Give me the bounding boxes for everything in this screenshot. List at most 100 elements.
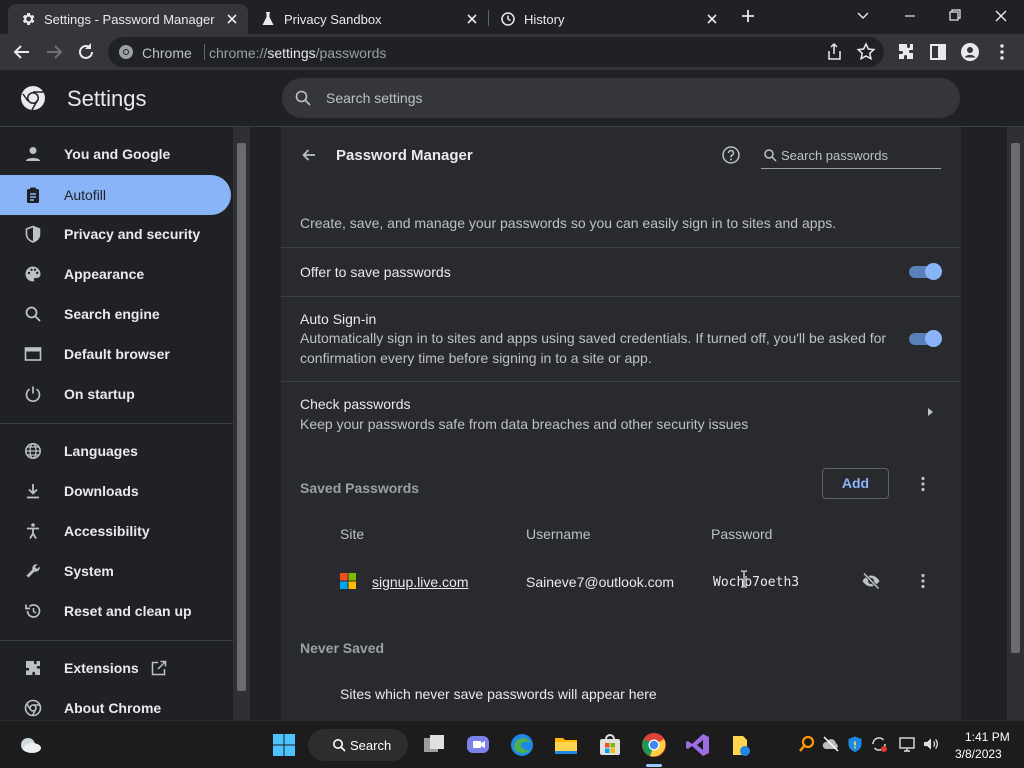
sidebar-item-label: Autofill [64,187,107,203]
tab-history[interactable]: History [488,4,728,34]
sidebar-item-appearance[interactable]: Appearance [0,254,231,294]
back-arrow-icon[interactable] [299,145,319,165]
page-title: Settings [67,86,147,111]
sidebar-item-languages[interactable]: Languages [0,431,231,471]
close-icon[interactable] [222,9,242,29]
sync-alert-icon[interactable] [870,735,888,753]
auto-signin-toggle[interactable] [909,330,942,347]
accessibility-icon [24,522,42,540]
username-value: Saineve7@outlook.com [526,574,675,590]
sidebar-item-label: Default browser [64,346,170,362]
never-saved-empty-note: Sites which never save passwords will ap… [340,686,657,702]
sidebar-item-on-startup[interactable]: On startup [0,374,231,414]
onedrive-offline-icon[interactable] [822,735,840,753]
chrome-taskbar-icon[interactable] [640,731,668,759]
sidebar-item-downloads[interactable]: Downloads [0,471,231,511]
profile-avatar-icon[interactable] [958,40,982,64]
sidebar-item-label: Extensions [64,660,139,676]
check-passwords-row[interactable]: Check passwords Keep your passwords safe… [281,382,961,444]
sidebar-item-accessibility[interactable]: Accessibility [0,511,231,551]
restore-window-icon[interactable] [941,4,969,28]
site-link[interactable]: signup.live.com [372,574,469,590]
sidebar-scrollbar[interactable] [233,127,250,720]
more-vert-icon[interactable] [913,474,933,494]
active-app-indicator [646,764,662,767]
flask-icon [260,11,276,27]
minimize-icon[interactable] [896,4,924,28]
microsoft-store-icon[interactable] [596,731,624,759]
close-icon[interactable] [462,9,482,29]
sidebar-item-label: About Chrome [64,700,162,716]
auto-signin-label: Auto Sign-in [300,311,377,327]
bookmark-star-icon[interactable] [854,40,878,64]
more-menu-icon[interactable] [990,40,1014,64]
column-header-password: Password [711,526,773,542]
settings-search-input[interactable]: Search settings [282,78,960,118]
search-icon [294,89,312,107]
wrench-icon [24,562,42,580]
chrome-icon [118,44,134,60]
weather-icon[interactable] [16,731,44,759]
teams-chat-icon[interactable] [464,731,492,759]
address-bar[interactable]: Chrome chrome://settings/passwords [108,37,884,67]
chrome-logo-icon [20,85,46,111]
clock-time[interactable]: 1:41 PM [965,730,1010,744]
file-explorer-icon[interactable] [552,731,580,759]
share-icon[interactable] [822,40,846,64]
new-tab-button[interactable] [734,4,762,28]
edge-browser-icon[interactable] [508,731,536,759]
hide-password-eye-off-icon[interactable] [861,571,881,591]
close-icon[interactable] [702,9,722,29]
sidebar-item-system[interactable]: System [0,551,231,591]
taskbar-search-button[interactable]: Search [308,729,408,761]
sidebar-item-you-and-google[interactable]: You and Google [0,134,231,174]
url-prefix: chrome:// [209,45,268,61]
scrollbar-thumb[interactable] [1011,143,1020,653]
add-password-button[interactable]: Add [822,468,889,499]
reload-icon[interactable] [74,40,98,64]
download-icon [24,482,42,500]
taskbar-search-label: Search [350,738,392,753]
main-scrollbar[interactable] [1007,127,1024,720]
column-header-site: Site [340,526,365,542]
scrollbar-thumb[interactable] [237,143,246,691]
chevron-down-icon[interactable] [849,4,877,28]
search-tray-icon[interactable] [798,735,816,753]
tab-privacy-sandbox[interactable]: Privacy Sandbox [248,4,488,34]
back-arrow-icon[interactable] [10,40,34,64]
network-display-icon[interactable] [898,735,916,753]
search-passwords-input[interactable]: Search passwords [761,143,941,169]
offer-to-save-toggle[interactable] [909,263,942,280]
sidebar-item-default-browser[interactable]: Default browser [0,334,231,374]
file-manager-icon[interactable] [728,731,756,759]
browser-toolbar: Chrome chrome://settings/passwords [0,34,1024,70]
side-panel-icon[interactable] [926,40,950,64]
sidebar-item-privacy-and-security[interactable]: Privacy and security [0,214,231,254]
windows-security-icon[interactable] [846,735,864,753]
forward-arrow-icon[interactable] [42,40,66,64]
help-icon[interactable] [721,145,741,165]
sidebar-item-autofill[interactable]: Autofill [0,175,231,215]
sidebar-divider [0,640,233,641]
clock-date[interactable]: 3/8/2023 [955,747,1002,761]
saved-passwords-heading: Saved Passwords [300,480,420,496]
close-window-icon[interactable] [987,4,1015,28]
task-view-icon[interactable] [420,731,448,759]
clipboard-icon [24,186,42,204]
tab-title: Privacy Sandbox [284,12,382,27]
windows-start-icon[interactable] [270,731,298,759]
chevron-right-icon [925,407,935,417]
sidebar-item-label: Appearance [64,266,145,282]
password-value[interactable]: Wochb7oeth3 [713,575,799,590]
more-vert-icon[interactable] [913,571,933,591]
visual-studio-icon[interactable] [684,731,712,759]
sidebar-item-search-engine[interactable]: Search engine [0,294,231,334]
volume-icon[interactable] [922,735,940,753]
sidebar-item-extensions[interactable]: Extensions [0,648,231,688]
tab-settings-password-manager[interactable]: Settings - Password Manager [8,4,248,34]
puzzle-icon[interactable] [894,40,918,64]
tab-strip: Settings - Password Manager Privacy Sand… [0,0,1024,34]
offer-to-save-label: Offer to save passwords [300,264,451,280]
toggle-knob [925,263,942,280]
sidebar-item-reset-and-clean-up[interactable]: Reset and clean up [0,591,231,631]
